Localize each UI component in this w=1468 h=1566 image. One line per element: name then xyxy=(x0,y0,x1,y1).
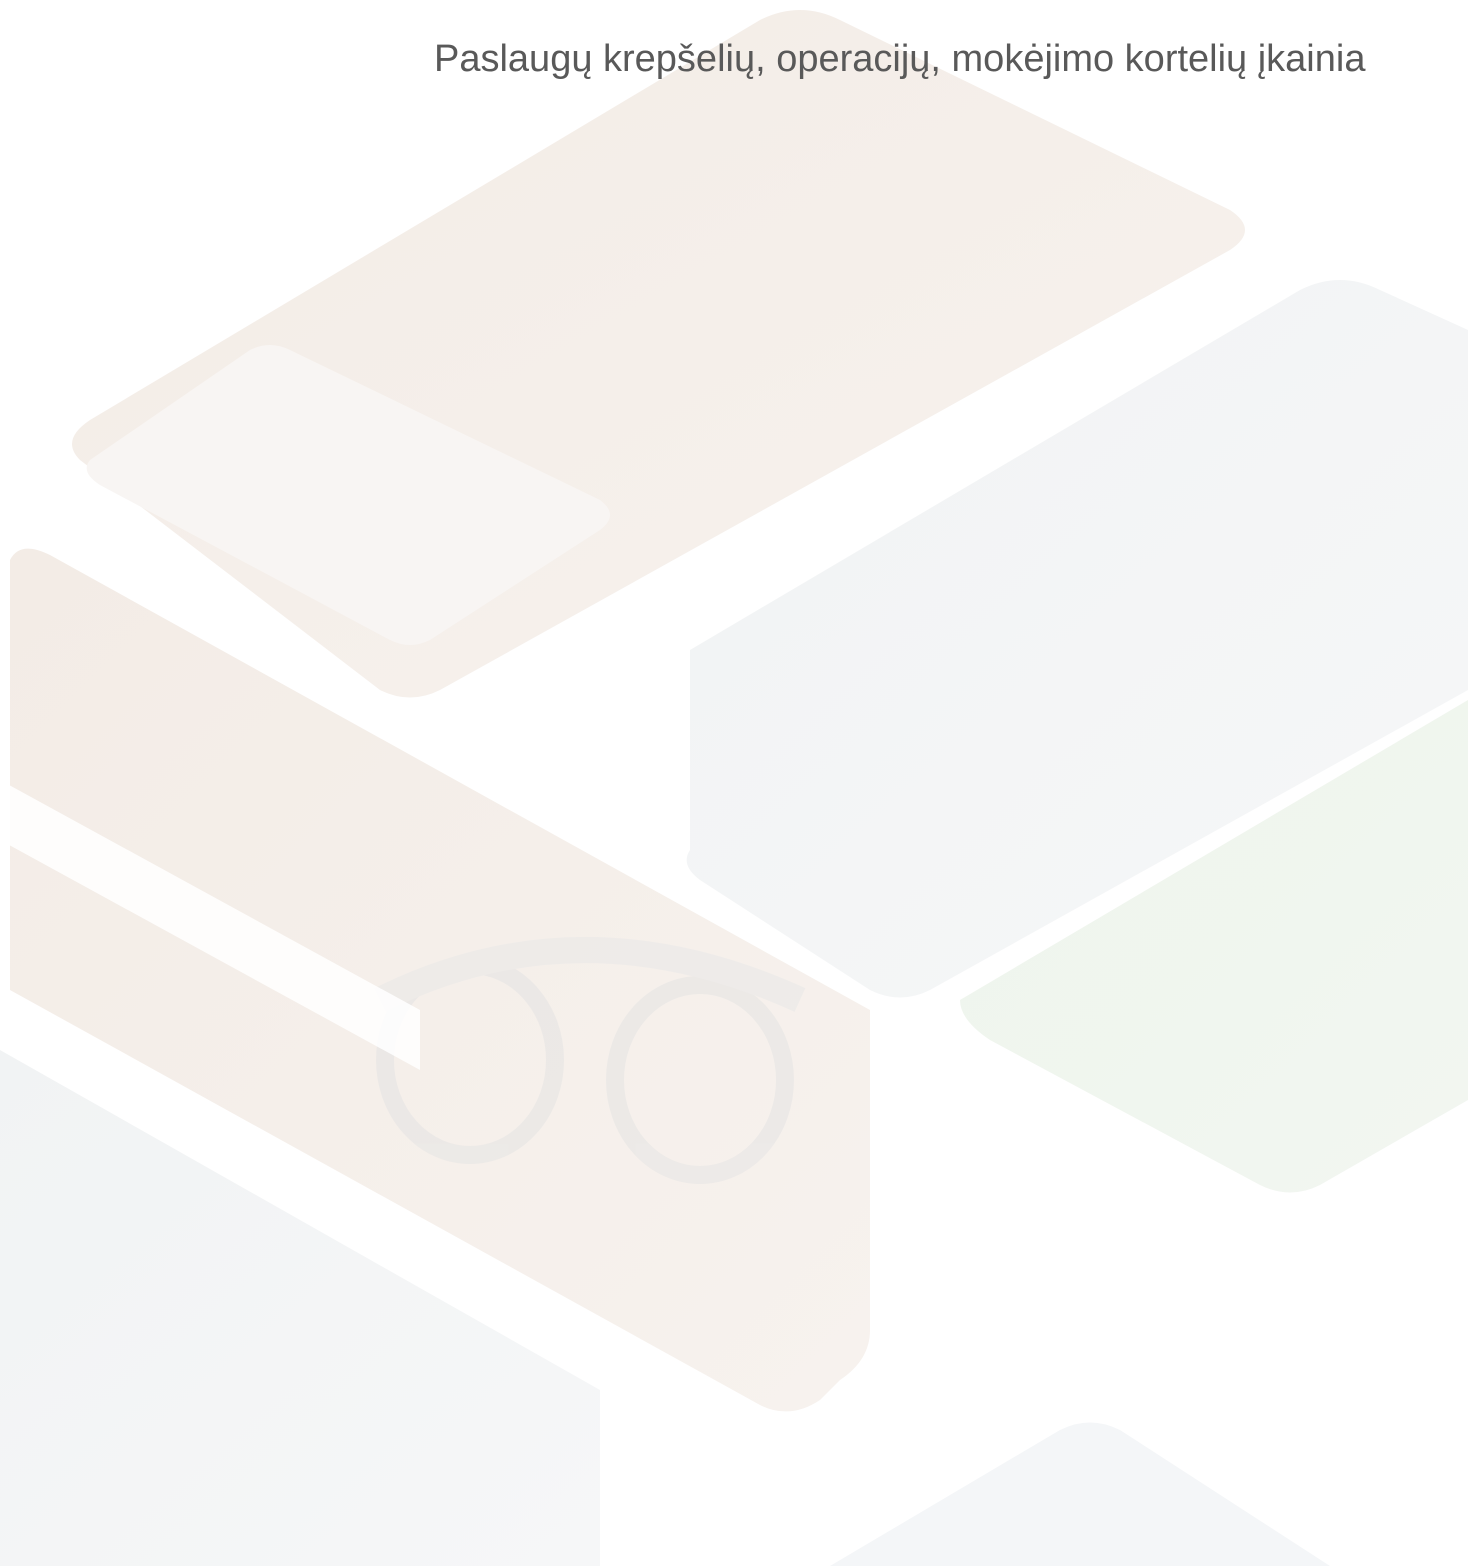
page-title: Paslaugų krepšelių, operacijų, mokėjimo … xyxy=(434,38,1366,80)
document-page: Paslaugų krepšelių, operacijų, mokėjimo … xyxy=(0,0,1468,1566)
photo-collage-background xyxy=(0,10,1468,1566)
collage-band-bottom-right xyxy=(830,1422,1330,1566)
